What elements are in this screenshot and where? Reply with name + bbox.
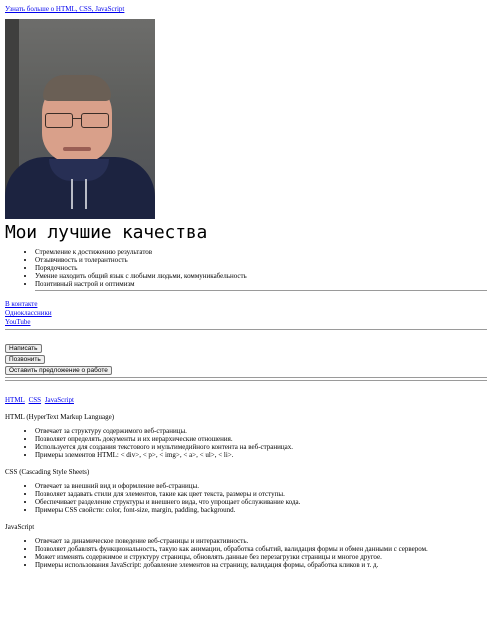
section-title: JavaScript — [5, 523, 35, 531]
page-heading: Мои лучшие качества — [5, 222, 208, 243]
divider — [35, 290, 487, 291]
javascript-section: JavaScript Отвечает за динамическое пове… — [5, 523, 487, 569]
list-item: Примеры CSS свойств: color, font-size, m… — [35, 506, 487, 514]
divider — [5, 329, 487, 330]
list-item: Позитивный настрой и оптимизм — [35, 280, 487, 288]
youtube-link[interactable]: YouTube — [5, 318, 487, 327]
list-item: Может изменять содержимое и структуру ст… — [35, 553, 487, 561]
profile-photo — [5, 19, 155, 219]
tab-css[interactable]: CSS — [29, 396, 41, 404]
contacts-links: В контакте Одноклассники YouTube — [5, 300, 487, 327]
list-item: Отвечает за структуру содержимого веб-ст… — [35, 427, 487, 435]
section-title: CSS (Cascading Style Sheets) — [5, 468, 90, 476]
list-item: Отвечает за динамическое поведение веб-с… — [35, 537, 487, 545]
list-item: Умение находить общий язык с любыми людь… — [35, 272, 487, 280]
list-item: Позволяет добавлять функциональность, та… — [35, 545, 487, 553]
write-button[interactable]: Написать — [5, 344, 42, 353]
action-buttons: Написать Позвонить Оставить предложение … — [5, 344, 487, 375]
learn-more-link[interactable]: Узнать больше о HTML, CSS, JavaScript — [5, 5, 487, 14]
odnoklassniki-link[interactable]: Одноклассники — [5, 309, 487, 318]
list-item: Используется для создания текстового и м… — [35, 443, 487, 451]
tab-html[interactable]: HTML — [5, 396, 25, 404]
divider — [5, 377, 487, 378]
list-item: Отвечает за внешний вид и оформление веб… — [35, 482, 487, 490]
list-item: Обеспечивает разделение структуры и внеш… — [35, 498, 487, 506]
tab-javascript[interactable]: JavaScript — [45, 396, 74, 404]
html-section: HTML (HyperText Markup Language) Отвечае… — [5, 413, 487, 459]
list-item: Стремление к достижению результатов — [35, 248, 487, 256]
list-item: Примеры использования JavaScript: добавл… — [35, 561, 487, 569]
vk-link[interactable]: В контакте — [5, 300, 487, 309]
list-item: Позволяет определять документы и их иера… — [35, 435, 487, 443]
list-item: Порядочность — [35, 264, 487, 272]
list-item: Позволяет задавать стили для элементов, … — [35, 490, 487, 498]
job-offer-button[interactable]: Оставить предложение о работе — [5, 366, 112, 375]
list-item: Примеры элементов HTML: < div>, < p>, < … — [35, 451, 487, 459]
page: Узнать больше о HTML, CSS, JavaScript Мо… — [0, 0, 492, 569]
tech-tabs: HTML CSS JavaScript — [5, 396, 487, 404]
call-button[interactable]: Позвонить — [5, 355, 45, 364]
list-item: Отзывчивость и толерантность — [35, 256, 487, 264]
qualities-list: Стремление к достижению результатов Отзы… — [5, 248, 487, 288]
css-section: CSS (Cascading Style Sheets) Отвечает за… — [5, 468, 487, 514]
divider — [5, 380, 487, 381]
section-title: HTML (HyperText Markup Language) — [5, 413, 115, 421]
